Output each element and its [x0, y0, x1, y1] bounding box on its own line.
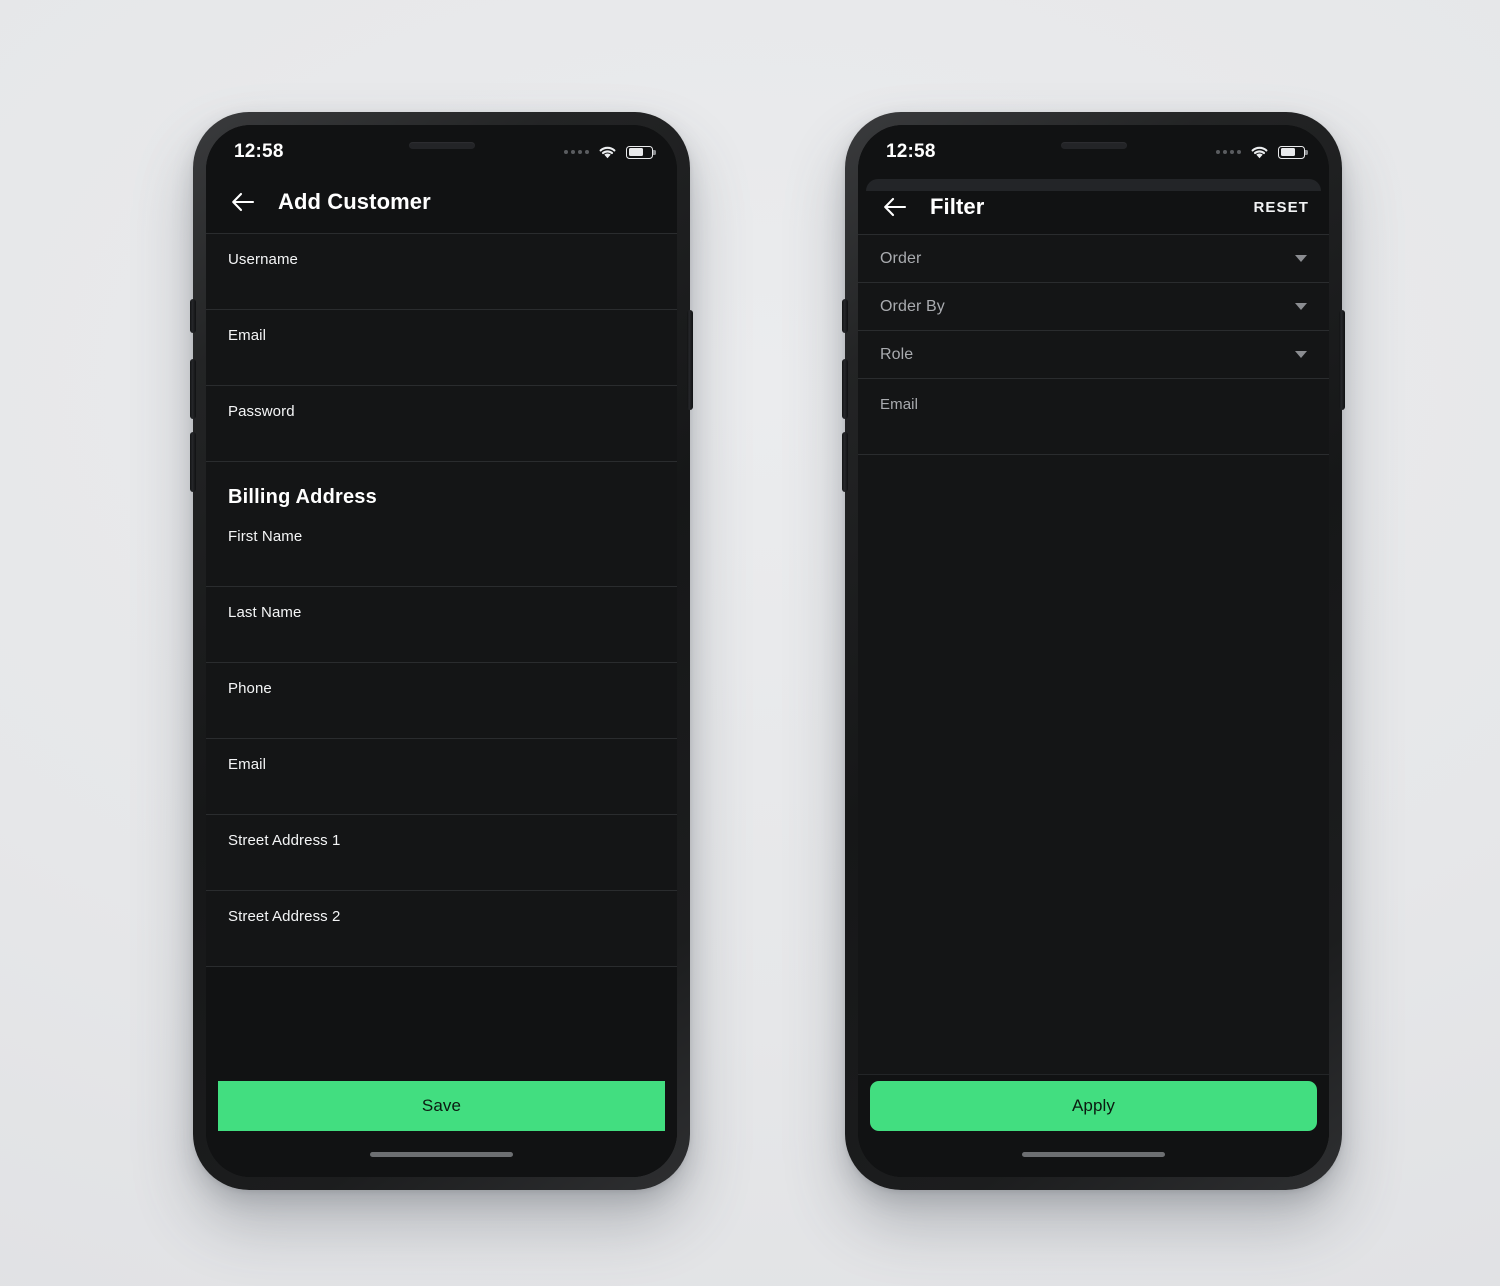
- home-indicator-area: [858, 1131, 1329, 1177]
- phone-device-add-customer: 12:58 Add Customer Username Email Passwo…: [190, 112, 693, 1190]
- field-first-name[interactable]: First Name: [206, 511, 677, 587]
- volume-up-button[interactable]: [190, 359, 196, 419]
- add-customer-form: Username Email Password Billing Address …: [206, 233, 677, 1075]
- field-label: Username: [228, 251, 298, 268]
- field-phone[interactable]: Phone: [206, 663, 677, 739]
- filter-form: Order Order By Role Email: [858, 234, 1329, 1075]
- battery-icon: [1278, 145, 1308, 159]
- save-button[interactable]: Save: [218, 1081, 665, 1131]
- dropdown-role[interactable]: Role: [858, 331, 1329, 379]
- section-title: Billing Address: [228, 486, 377, 508]
- battery-icon: [626, 145, 656, 159]
- earpiece-speaker: [408, 142, 475, 149]
- reset-button[interactable]: RESET: [1253, 199, 1309, 216]
- wifi-icon: [598, 145, 617, 159]
- field-email[interactable]: Email: [858, 379, 1329, 455]
- dropdown-label: Order By: [880, 297, 945, 315]
- status-bar-clock: 12:58: [886, 141, 936, 162]
- chevron-down-icon: [1295, 255, 1307, 262]
- earpiece-speaker: [1060, 142, 1127, 149]
- app-bar: Filter RESET: [858, 190, 1329, 234]
- field-username[interactable]: Username: [206, 234, 677, 310]
- volume-up-button[interactable]: [842, 359, 848, 419]
- empty-space: [858, 455, 1329, 1075]
- wifi-icon: [1250, 145, 1269, 159]
- dropdown-label: Role: [880, 345, 914, 363]
- phone-device-filter: 12:58 Filter RESET Order Order By Role E…: [842, 112, 1345, 1190]
- field-label: Password: [228, 403, 295, 420]
- primary-action-bar: Save: [206, 1075, 677, 1131]
- field-password[interactable]: Password: [206, 386, 677, 462]
- primary-action-bar: Apply: [858, 1075, 1329, 1131]
- field-street-address-2[interactable]: Street Address 2: [206, 891, 677, 967]
- status-bar: 12:58: [858, 125, 1329, 179]
- home-indicator[interactable]: [1022, 1151, 1165, 1157]
- field-label: Email: [880, 396, 919, 413]
- screen-add-customer: 12:58 Add Customer Username Email Passwo…: [206, 125, 677, 1177]
- field-label: Email: [228, 327, 267, 344]
- home-indicator-area: [206, 1131, 677, 1177]
- field-label: Email: [228, 756, 267, 773]
- dropdown-label: Order: [880, 249, 922, 267]
- chevron-down-icon: [1295, 351, 1307, 358]
- signal-dots-icon: [1216, 150, 1241, 154]
- page-title: Add Customer: [278, 189, 431, 214]
- status-bar-indicators: [564, 145, 656, 159]
- phone-stage: 12:58 Add Customer Username Email Passwo…: [0, 0, 1500, 1286]
- volume-down-button[interactable]: [190, 432, 196, 492]
- page-title: Filter: [930, 194, 985, 219]
- home-indicator[interactable]: [370, 1151, 513, 1157]
- status-bar-clock: 12:58: [234, 141, 284, 162]
- screen-filter: 12:58 Filter RESET Order Order By Role E…: [858, 125, 1329, 1177]
- phone-screen-bezel-add-customer: 12:58 Add Customer Username Email Passwo…: [206, 125, 677, 1177]
- app-bar: Add Customer: [206, 179, 677, 233]
- field-last-name[interactable]: Last Name: [206, 587, 677, 663]
- field-label: Last Name: [228, 604, 302, 621]
- field-label: Street Address 1: [228, 832, 341, 849]
- mute-switch[interactable]: [190, 299, 196, 333]
- field-label: Phone: [228, 680, 272, 697]
- field-email[interactable]: Email: [206, 310, 677, 386]
- field-label: First Name: [228, 528, 303, 545]
- power-button[interactable]: [687, 310, 693, 410]
- status-bar: 12:58: [206, 125, 677, 179]
- status-bar-indicators: [1216, 145, 1308, 159]
- volume-down-button[interactable]: [842, 432, 848, 492]
- field-billing-email[interactable]: Email: [206, 739, 677, 815]
- back-arrow-icon[interactable]: [882, 194, 908, 220]
- dropdown-order-by[interactable]: Order By: [858, 283, 1329, 331]
- section-billing-address: Billing Address: [206, 462, 677, 511]
- dropdown-order[interactable]: Order: [858, 235, 1329, 283]
- power-button[interactable]: [1339, 310, 1345, 410]
- phone-screen-bezel-filter: 12:58 Filter RESET Order Order By Role E…: [858, 125, 1329, 1177]
- apply-button[interactable]: Apply: [870, 1081, 1317, 1131]
- mute-switch[interactable]: [842, 299, 848, 333]
- signal-dots-icon: [564, 150, 589, 154]
- back-arrow-icon[interactable]: [230, 189, 256, 215]
- field-label: Street Address 2: [228, 908, 341, 925]
- field-street-address-1[interactable]: Street Address 1: [206, 815, 677, 891]
- chevron-down-icon: [1295, 303, 1307, 310]
